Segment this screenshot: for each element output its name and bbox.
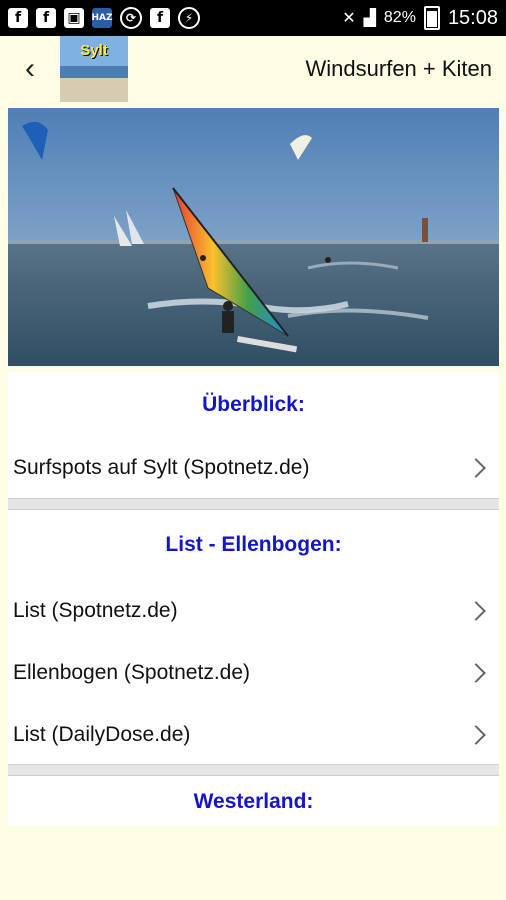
section-westerland: Westerland: (8, 776, 499, 826)
messenger-icon: ⚡ (178, 7, 200, 29)
list-item-label: Surfspots auf Sylt (Spotnetz.de) (13, 456, 310, 479)
app-bar: ‹ Sylt Windsurfen + Kiten (0, 36, 506, 102)
notification-icons: f f ▣ HAZ ⟳ f ⚡ (0, 7, 200, 29)
sync-icon: ⟳ (120, 7, 142, 29)
list-item[interactable]: Ellenbogen (Spotnetz.de) (8, 642, 499, 704)
list-item-label: Ellenbogen (Spotnetz.de) (13, 661, 250, 684)
list-item[interactable]: List (Spotnetz.de) (8, 580, 499, 642)
list-item-label: List (DailyDose.de) (13, 723, 191, 746)
clock: 15:08 (447, 6, 498, 29)
battery-icon (423, 6, 440, 30)
logo-text: Sylt (80, 42, 108, 59)
list-item[interactable]: Surfspots auf Sylt (Spotnetz.de) (8, 438, 499, 498)
haz-app-icon: HAZ (91, 8, 113, 28)
signal-icon: ▟ (363, 10, 376, 27)
section-list-ellenbogen: List - Ellenbogen: List (Spotnetz.de) El… (8, 510, 499, 764)
chevron-right-icon (466, 725, 486, 745)
facebook-icon: f (8, 8, 28, 28)
mute-icon: ✕ (342, 10, 356, 27)
section-ueberblick: Überblick: Surfspots auf Sylt (Spotnetz.… (8, 372, 499, 498)
list-item-label: List (Spotnetz.de) (13, 599, 178, 622)
facebook-icon: f (36, 8, 56, 28)
chevron-right-icon (466, 663, 486, 683)
section-header: List - Ellenbogen: (165, 533, 342, 556)
list-item[interactable]: List (DailyDose.de) (8, 704, 499, 766)
status-bar: f f ▣ HAZ ⟳ f ⚡ ✕ ▟ 82% 15:08 (0, 0, 506, 36)
divider (8, 498, 499, 510)
section-header: Westerland: (193, 790, 314, 813)
windsurfing-photo (8, 108, 499, 366)
chevron-left-icon[interactable]: ‹ (0, 36, 60, 102)
image-icon: ▣ (64, 8, 84, 28)
section-header: Überblick: (202, 393, 305, 416)
page-title: Windsurfen + Kiten (305, 56, 492, 81)
chevron-right-icon (466, 601, 486, 621)
chevron-right-icon (466, 458, 486, 478)
battery-text: 82% (383, 9, 416, 26)
facebook-icon: f (150, 8, 170, 28)
app-logo: Sylt (60, 36, 128, 102)
